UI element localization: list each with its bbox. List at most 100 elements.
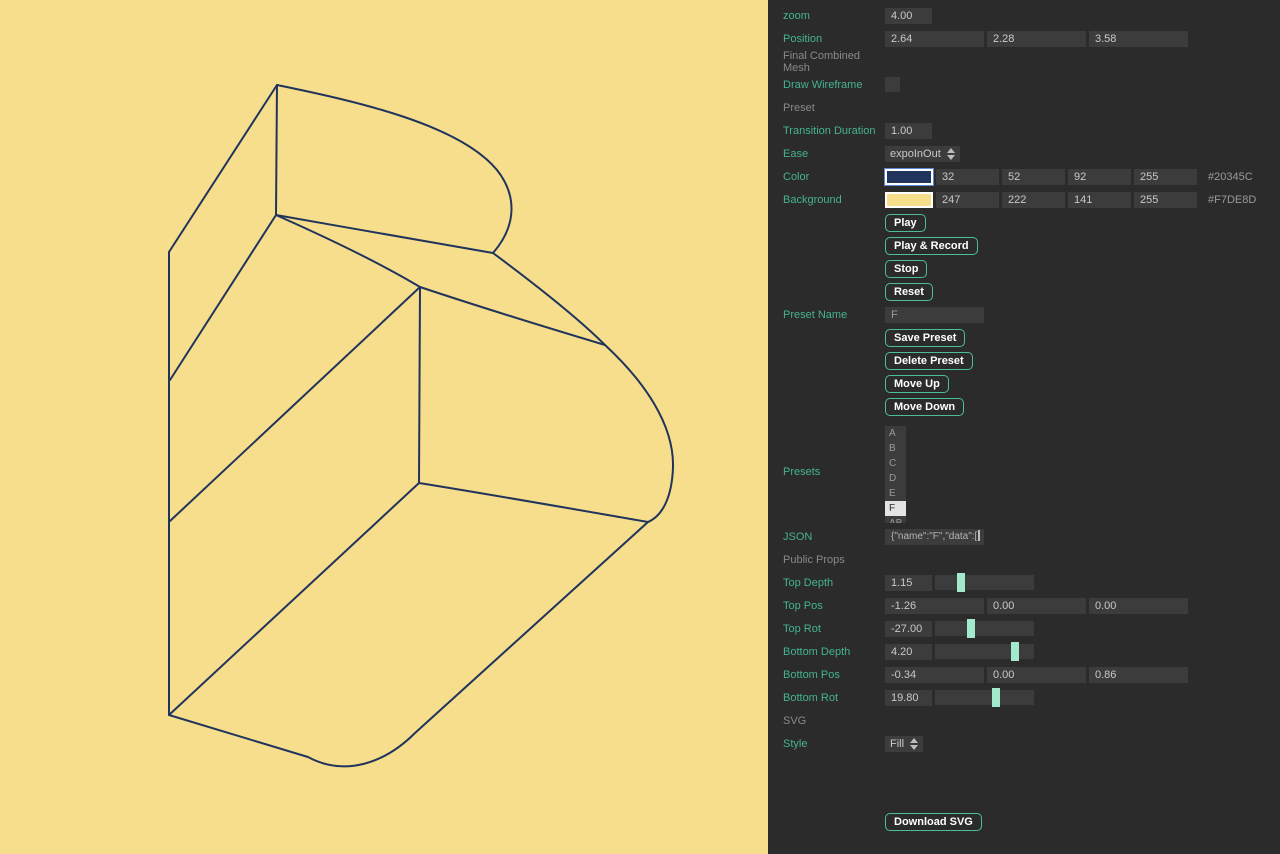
row-presets: Presets A B C D E F AB — [783, 418, 1265, 525]
download-svg-button[interactable]: Download SVG — [885, 813, 982, 831]
preset-item[interactable]: B — [885, 441, 906, 456]
bottom-depth-slider[interactable] — [935, 644, 1034, 659]
row-play: Play — [783, 211, 1265, 234]
zoom-label: zoom — [783, 10, 885, 22]
row-top-rot: Top Rot -27.00 — [783, 617, 1265, 640]
preset-item[interactable]: C — [885, 456, 906, 471]
bottom-rot-input[interactable]: 19.80 — [885, 690, 932, 706]
delete-preset-button[interactable]: Delete Preset — [885, 352, 973, 370]
public-props-section-label: Public Props — [783, 554, 885, 566]
position-x-input[interactable]: 2.64 — [885, 31, 984, 47]
color-hex-value: #20345C — [1200, 171, 1258, 183]
top-pos-x-input[interactable]: -1.26 — [885, 598, 984, 614]
preset-item[interactable]: AB — [885, 516, 906, 523]
row-section-final-combined-mesh: Final Combined Mesh — [783, 50, 1265, 73]
panel-spacer — [783, 755, 1265, 810]
final-combined-mesh-section-label: Final Combined Mesh — [783, 50, 885, 74]
row-stop: Stop — [783, 257, 1265, 280]
background-r-input[interactable]: 247 — [936, 192, 999, 208]
play-and-record-button[interactable]: Play & Record — [885, 237, 978, 255]
row-position: Position 2.64 2.28 3.58 — [783, 27, 1265, 50]
top-rot-slider-handle[interactable] — [967, 619, 975, 638]
transition-duration-input[interactable]: 1.00 — [885, 123, 932, 139]
bottom-rot-slider[interactable] — [935, 690, 1034, 705]
position-y-input[interactable]: 2.28 — [987, 31, 1086, 47]
color-g-input[interactable]: 52 — [1002, 169, 1065, 185]
background-g-input[interactable]: 222 — [1002, 192, 1065, 208]
row-download-svg: Download SVG — [783, 810, 1265, 833]
style-select[interactable]: Fill — [885, 736, 923, 752]
bottom-pos-x-input[interactable]: -0.34 — [885, 667, 984, 683]
play-button[interactable]: Play — [885, 214, 926, 232]
row-top-depth: Top Depth 1.15 — [783, 571, 1265, 594]
draw-wireframe-checkbox[interactable] — [885, 77, 900, 92]
top-depth-input[interactable]: 1.15 — [885, 575, 932, 591]
position-z-input[interactable]: 3.58 — [1089, 31, 1188, 47]
top-pos-y-input[interactable]: 0.00 — [987, 598, 1086, 614]
ease-label: Ease — [783, 148, 885, 160]
zoom-input[interactable]: 4.00 — [885, 8, 932, 24]
top-rot-slider[interactable] — [935, 621, 1034, 636]
top-rot-input[interactable]: -27.00 — [885, 621, 932, 637]
bottom-pos-y-input[interactable]: 0.00 — [987, 667, 1086, 683]
ease-select[interactable]: expoInOut — [885, 146, 960, 162]
bottom-pos-z-input[interactable]: 0.86 — [1089, 667, 1188, 683]
row-style: Style Fill — [783, 732, 1265, 755]
svg-section-label: SVG — [783, 715, 885, 727]
background-swatch[interactable] — [885, 192, 933, 208]
top-depth-slider-handle[interactable] — [957, 573, 965, 592]
row-background: Background 247 222 141 255 #F7DE8D — [783, 188, 1265, 211]
row-play-record: Play & Record — [783, 234, 1265, 257]
3d-viewport[interactable] — [0, 0, 768, 854]
position-label: Position — [783, 33, 885, 45]
top-depth-slider[interactable] — [935, 575, 1034, 590]
text-cursor — [978, 530, 980, 541]
ease-select-value: expoInOut — [890, 148, 941, 160]
color-swatch[interactable] — [885, 169, 933, 185]
preset-item[interactable]: F — [885, 501, 906, 516]
bottom-depth-input[interactable]: 4.20 — [885, 644, 932, 660]
select-arrows-icon — [910, 738, 918, 750]
row-section-preset: Preset — [783, 96, 1265, 119]
reset-button[interactable]: Reset — [885, 283, 933, 301]
background-a-input[interactable]: 255 — [1134, 192, 1197, 208]
row-color: Color 32 52 92 255 #20345C — [783, 165, 1265, 188]
transition-duration-label: Transition Duration — [783, 125, 885, 137]
move-up-button[interactable]: Move Up — [885, 375, 949, 393]
control-panel: zoom 4.00 Position 2.64 2.28 3.58 Final … — [768, 0, 1280, 854]
row-bottom-pos: Bottom Pos -0.34 0.00 0.86 — [783, 663, 1265, 686]
json-label: JSON — [783, 531, 885, 543]
color-a-input[interactable]: 255 — [1134, 169, 1197, 185]
preset-name-input[interactable]: F — [885, 307, 984, 323]
row-json: JSON {"name":"F","data":[ — [783, 525, 1265, 548]
json-input[interactable]: {"name":"F","data":[ — [885, 529, 984, 545]
row-move-up: Move Up — [783, 372, 1265, 395]
bottom-depth-slider-handle[interactable] — [1011, 642, 1019, 661]
draw-wireframe-label: Draw Wireframe — [783, 79, 885, 91]
top-pos-z-input[interactable]: 0.00 — [1089, 598, 1188, 614]
stop-button[interactable]: Stop — [885, 260, 927, 278]
row-draw-wireframe: Draw Wireframe — [783, 73, 1265, 96]
letter-wireframe — [0, 0, 768, 854]
bottom-depth-label: Bottom Depth — [783, 646, 885, 658]
presets-list[interactable]: A B C D E F AB — [885, 426, 906, 523]
color-b-input[interactable]: 92 — [1068, 169, 1131, 185]
background-b-input[interactable]: 141 — [1068, 192, 1131, 208]
color-label: Color — [783, 171, 885, 183]
preset-item[interactable]: E — [885, 486, 906, 501]
preset-item[interactable]: A — [885, 426, 906, 441]
row-ease: Ease expoInOut — [783, 142, 1265, 165]
color-r-input[interactable]: 32 — [936, 169, 999, 185]
bottom-rot-label: Bottom Rot — [783, 692, 885, 704]
row-top-pos: Top Pos -1.26 0.00 0.00 — [783, 594, 1265, 617]
preset-item[interactable]: D — [885, 471, 906, 486]
preset-section-label: Preset — [783, 102, 885, 114]
bottom-rot-slider-handle[interactable] — [992, 688, 1000, 707]
presets-label: Presets — [783, 466, 885, 478]
save-preset-button[interactable]: Save Preset — [885, 329, 965, 347]
row-delete-preset: Delete Preset — [783, 349, 1265, 372]
top-depth-label: Top Depth — [783, 577, 885, 589]
move-down-button[interactable]: Move Down — [885, 398, 964, 416]
app-root: zoom 4.00 Position 2.64 2.28 3.58 Final … — [0, 0, 1280, 854]
preset-name-label: Preset Name — [783, 309, 885, 321]
